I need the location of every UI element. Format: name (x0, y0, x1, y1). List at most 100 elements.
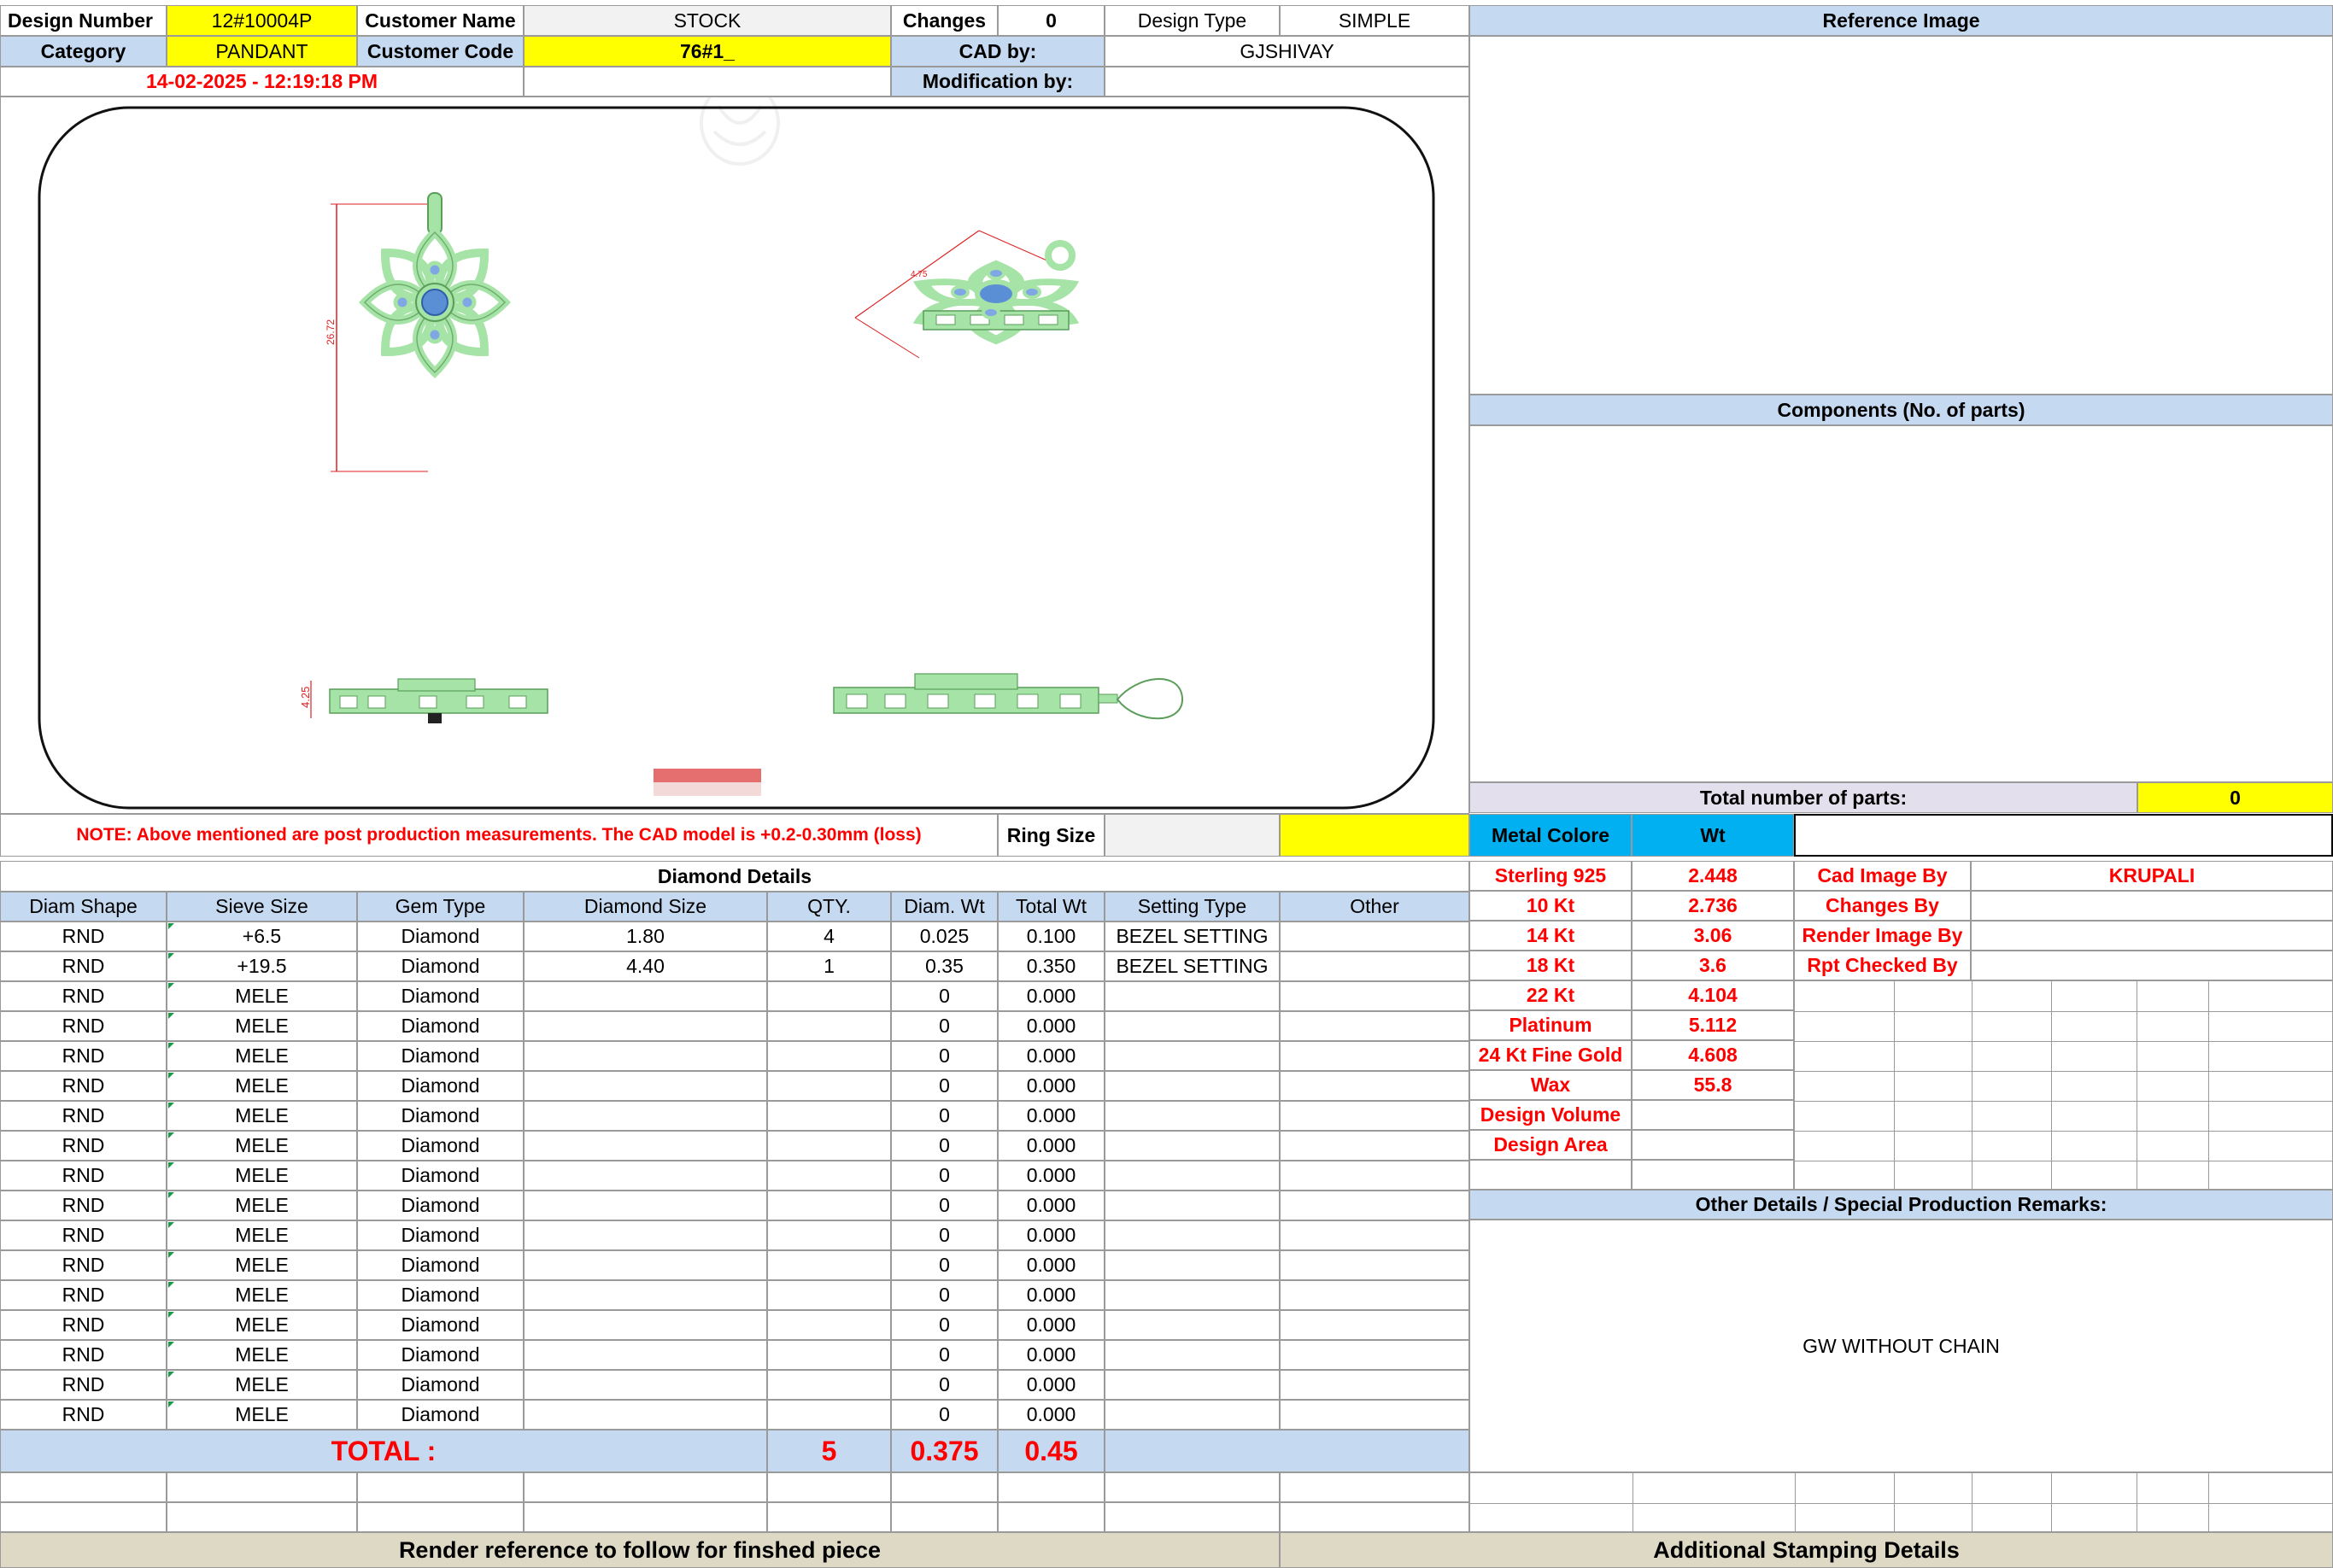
cell-shape[interactable]: RND (0, 1071, 167, 1101)
cell-sieve[interactable]: MELE (167, 1011, 357, 1041)
category-value[interactable]: PANDANT (167, 36, 357, 67)
cell-qty[interactable] (767, 981, 891, 1011)
cell-shape[interactable]: RND (0, 1101, 167, 1131)
cell-sieve[interactable]: MELE (167, 1131, 357, 1161)
cad-by-value[interactable]: GJSHIVAY (1105, 36, 1469, 67)
metal-wt[interactable] (1632, 1100, 1794, 1130)
blank-cell[interactable] (767, 1472, 891, 1502)
cell-gem[interactable]: Diamond (357, 1161, 524, 1191)
cell-size[interactable] (524, 1280, 767, 1310)
cell-size[interactable] (524, 1161, 767, 1191)
cell-setting[interactable] (1105, 1250, 1280, 1280)
ring-size-value[interactable] (1105, 814, 1280, 857)
cell-total-wt[interactable]: 0.000 (998, 1370, 1105, 1400)
blank-cell[interactable] (357, 1502, 524, 1532)
cell-setting[interactable] (1105, 1340, 1280, 1370)
cell-diam-wt[interactable]: 0 (891, 1220, 998, 1250)
blank-cell[interactable] (1105, 1472, 1280, 1502)
cell-other[interactable] (1280, 1191, 1469, 1220)
cell-qty[interactable] (767, 1370, 891, 1400)
cell-qty[interactable] (767, 1250, 891, 1280)
cell-size[interactable] (524, 1370, 767, 1400)
cell-diam-wt[interactable]: 0 (891, 1101, 998, 1131)
cell-diam-wt[interactable]: 0 (891, 1191, 998, 1220)
cell-size[interactable] (524, 1400, 767, 1430)
cell-diam-wt[interactable]: 0 (891, 1071, 998, 1101)
cell-other[interactable] (1280, 921, 1469, 951)
blank-cell[interactable] (524, 1472, 767, 1502)
cell-size[interactable] (524, 1191, 767, 1220)
modification-by-value[interactable] (1105, 67, 1469, 97)
cell-qty[interactable] (767, 1191, 891, 1220)
cell-gem[interactable]: Diamond (357, 1340, 524, 1370)
cell-diam-wt[interactable]: 0 (891, 981, 998, 1011)
cell-gem[interactable]: Diamond (357, 981, 524, 1011)
changes-by-value[interactable] (1971, 891, 2333, 921)
cell-total-wt[interactable]: 0.000 (998, 1131, 1105, 1161)
blank-cell[interactable] (767, 1502, 891, 1532)
cell-gem[interactable]: Diamond (357, 1101, 524, 1131)
cell-shape[interactable]: RND (0, 1191, 167, 1220)
cell-size[interactable] (524, 1131, 767, 1161)
cell-gem[interactable]: Diamond (357, 1280, 524, 1310)
blank-cell[interactable] (167, 1472, 357, 1502)
cell-other[interactable] (1280, 1400, 1469, 1430)
cell-other[interactable] (1280, 1250, 1469, 1280)
metal-wt[interactable] (1632, 1130, 1794, 1160)
cell-diam-wt[interactable]: 0 (891, 1011, 998, 1041)
cell-other[interactable] (1280, 981, 1469, 1011)
cell-total-wt[interactable]: 0.000 (998, 1310, 1105, 1340)
cell-qty[interactable] (767, 1161, 891, 1191)
blank-cell[interactable] (167, 1502, 357, 1532)
cell-gem[interactable]: Diamond (357, 1400, 524, 1430)
cell-size[interactable] (524, 1071, 767, 1101)
blank-cell[interactable] (1280, 1502, 1469, 1532)
cell-total-wt[interactable]: 0.000 (998, 1340, 1105, 1370)
metal-wt[interactable]: 3.6 (1632, 951, 1794, 980)
cell-shape[interactable]: RND (0, 1280, 167, 1310)
cell-qty[interactable] (767, 1011, 891, 1041)
cell-sieve[interactable]: MELE (167, 1041, 357, 1071)
cell-gem[interactable]: Diamond (357, 1220, 524, 1250)
cell-gem[interactable]: Diamond (357, 1071, 524, 1101)
design-number-value[interactable]: 12#10004P (167, 5, 357, 36)
cell-diam-wt[interactable]: 0 (891, 1041, 998, 1071)
cell-qty[interactable] (767, 1101, 891, 1131)
cell-gem[interactable]: Diamond (357, 1131, 524, 1161)
cell-diam-wt[interactable]: 0 (891, 1310, 998, 1340)
cell-total-wt[interactable]: 0.000 (998, 1011, 1105, 1041)
cell-setting[interactable] (1105, 1131, 1280, 1161)
cell-gem[interactable]: Diamond (357, 1191, 524, 1220)
blank-cell[interactable] (891, 1472, 998, 1502)
cell-setting[interactable] (1105, 1011, 1280, 1041)
cell-total-wt[interactable]: 0.350 (998, 951, 1105, 981)
metal-wt[interactable]: 2.736 (1632, 891, 1794, 921)
cell-total-wt[interactable]: 0.000 (998, 981, 1105, 1011)
cell-other[interactable] (1280, 1161, 1469, 1191)
cell-diam-wt[interactable]: 0 (891, 1370, 998, 1400)
cell-sieve[interactable]: MELE (167, 1101, 357, 1131)
cell-setting[interactable]: BEZEL SETTING (1105, 921, 1280, 951)
cell-sieve[interactable]: MELE (167, 1220, 357, 1250)
cell-gem[interactable]: Diamond (357, 951, 524, 981)
blank-cell[interactable] (357, 1472, 524, 1502)
cell-size[interactable] (524, 1101, 767, 1131)
metal-wt[interactable]: 5.112 (1632, 1010, 1794, 1040)
total-parts-value[interactable]: 0 (2137, 782, 2333, 813)
cell-other[interactable] (1280, 1131, 1469, 1161)
cell-gem[interactable]: Diamond (357, 1041, 524, 1071)
cell-qty[interactable]: 4 (767, 921, 891, 951)
cell-total-wt[interactable]: 0.100 (998, 921, 1105, 951)
cell-setting[interactable] (1105, 1071, 1280, 1101)
cell-qty[interactable] (767, 1340, 891, 1370)
blank-cell[interactable] (1280, 1472, 1469, 1502)
cell-setting[interactable] (1105, 1161, 1280, 1191)
cell-sieve[interactable]: MELE (167, 1400, 357, 1430)
cell-diam-wt[interactable]: 0.025 (891, 921, 998, 951)
cell-sieve[interactable]: MELE (167, 1161, 357, 1191)
cell-sieve[interactable]: +19.5 (167, 951, 357, 981)
cell-other[interactable] (1280, 1101, 1469, 1131)
cell-size[interactable] (524, 1220, 767, 1250)
blank-cell[interactable] (891, 1502, 998, 1532)
customer-code-value[interactable]: 76#1_ (524, 36, 891, 67)
